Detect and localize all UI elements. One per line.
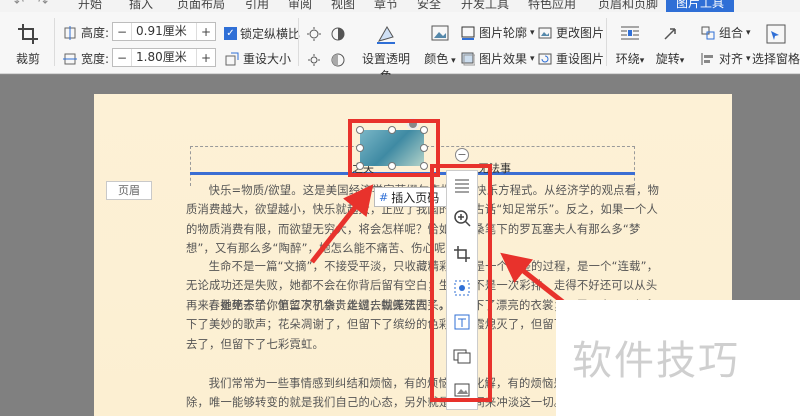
- watermark-text: 软件技巧: [572, 338, 740, 384]
- annotation-arrow: [310, 184, 374, 264]
- watermark-panel: 软件技巧: [556, 300, 800, 416]
